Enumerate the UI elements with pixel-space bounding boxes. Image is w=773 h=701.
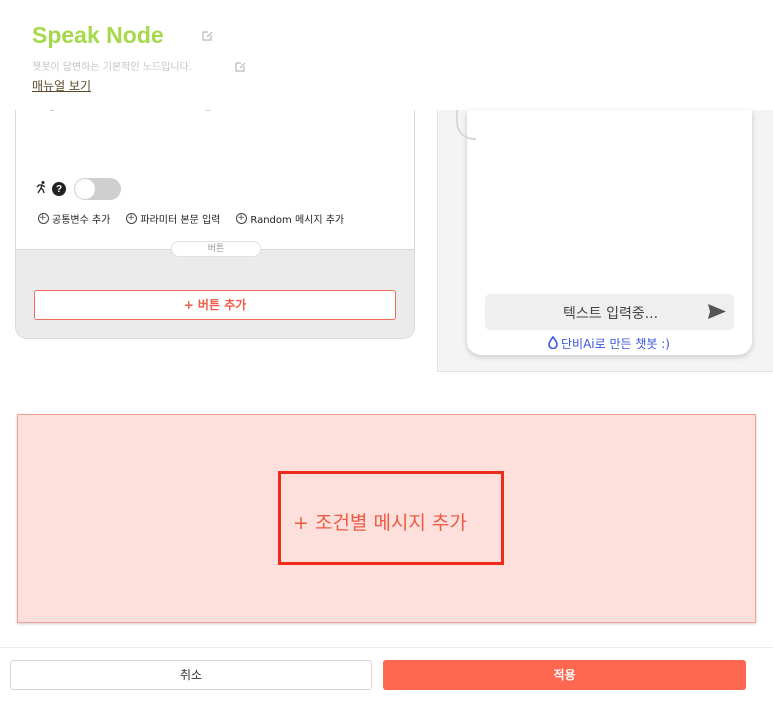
link-label: 파라미터 본문 입력 [140, 215, 221, 226]
footer-divider [0, 647, 773, 648]
made-with-text: 단비Ai로 만든 챗봇 :) [561, 337, 670, 351]
node-description: 챗봇이 답변하는 기본적인 노드입니다. [32, 62, 192, 73]
add-common-variable-link[interactable]: + 공통변수 추가 [38, 211, 110, 226]
drop-icon [548, 335, 558, 352]
plus-circle-icon: + [38, 213, 49, 224]
add-conditional-message-button[interactable]: + 조건별 메시지 추가 [293, 508, 467, 535]
plus-circle-icon: + [236, 213, 248, 224]
speak-node-card: ? + 공통변수 추가 + 파라미터 본문 입력 + Random 메시지 추가… [15, 110, 415, 339]
cancel-button[interactable]: 취소 [10, 660, 372, 690]
plus-circle-icon: + [126, 213, 138, 224]
toggle-switch[interactable] [74, 178, 121, 200]
manual-link[interactable]: 매뉴얼 보기 [32, 77, 91, 94]
add-button-button[interactable]: + 버튼 추가 [34, 290, 396, 320]
toggle-row: ? [34, 178, 121, 200]
add-parameter-body-link[interactable]: + 파라미터 본문 입력 [126, 211, 220, 226]
edit-title-icon[interactable] [201, 27, 214, 46]
toggle-knob [75, 179, 95, 199]
node-title: Speak Node [32, 22, 164, 49]
apply-button[interactable]: 적용 [383, 660, 746, 690]
run-icon [34, 180, 48, 198]
made-with-credit[interactable]: 단비Ai로 만든 챗봇 :) [548, 335, 670, 352]
card-top-stub [206, 110, 210, 111]
button-section-label: 버튼 [171, 241, 261, 257]
send-icon[interactable] [707, 303, 727, 324]
node-title-text: Speak Node [32, 22, 164, 48]
edit-description-icon[interactable] [234, 58, 247, 77]
add-links-row: + 공통변수 추가 + 파라미터 본문 입력 + Random 메시지 추가 [38, 211, 344, 226]
add-random-message-link[interactable]: + Random 메시지 추가 [236, 211, 344, 226]
link-label: 공통변수 추가 [52, 215, 111, 226]
chat-input-placeholder: 텍스트 입력중... [563, 306, 659, 322]
card-top-stub [50, 110, 54, 111]
link-label: Random 메시지 추가 [250, 215, 345, 226]
help-icon[interactable]: ? [52, 182, 66, 196]
